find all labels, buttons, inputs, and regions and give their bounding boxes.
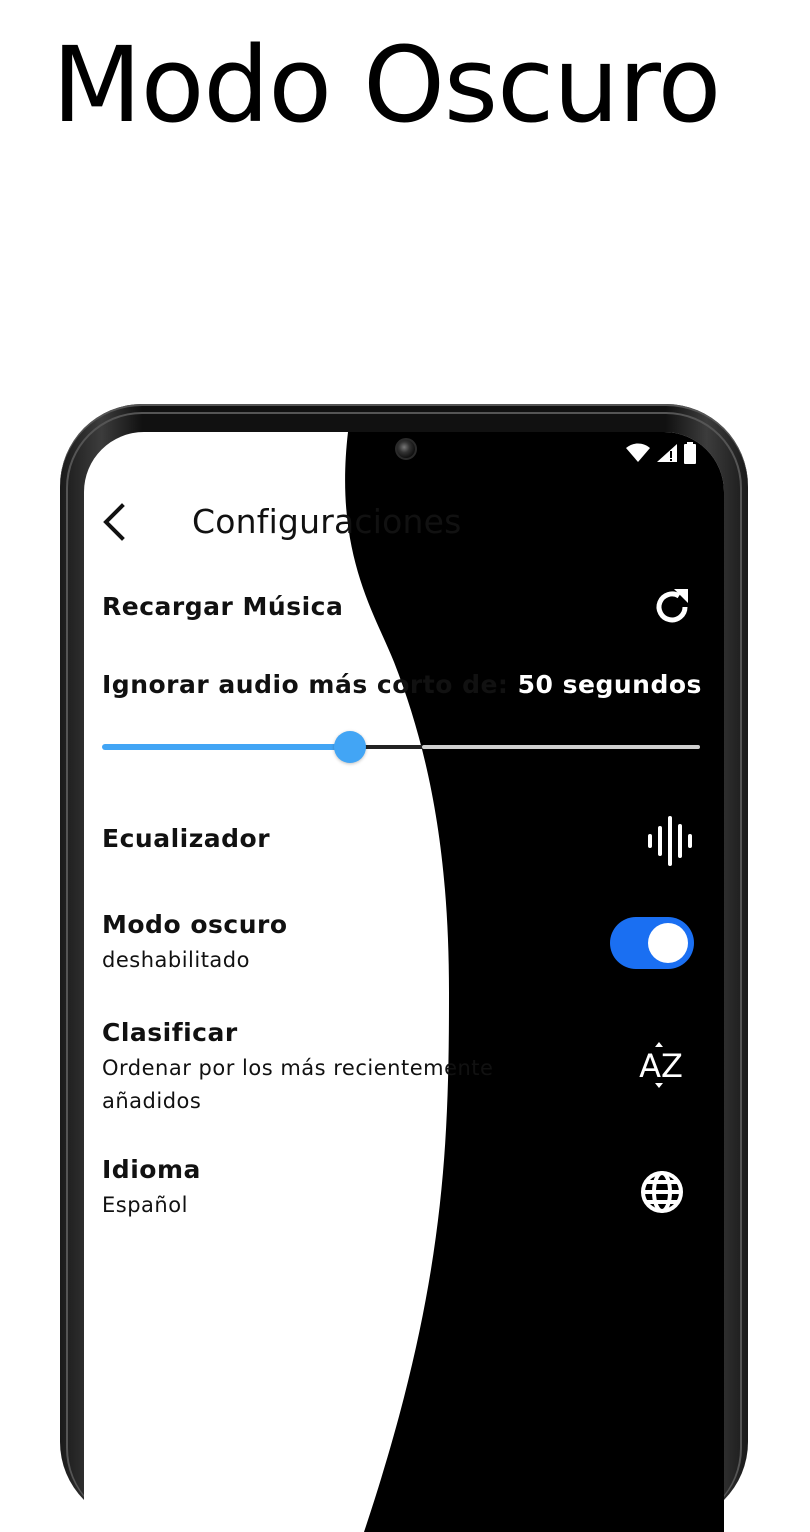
sort-az-text: AZ (639, 1047, 683, 1085)
sort-description: Ordenar por los más recientemente añadid… (102, 1056, 494, 1113)
battery-icon (684, 442, 696, 464)
wifi-icon (626, 443, 650, 462)
sort-label[interactable]: Clasificar (102, 1018, 238, 1047)
ignore-label-value: 50 segundos (517, 670, 702, 699)
dark-mode-label[interactable]: Modo oscuro (102, 910, 288, 939)
sound-wave-icon[interactable] (646, 816, 694, 866)
language-value: Español (102, 1193, 188, 1217)
app-header: Configuraciones (84, 492, 724, 552)
ignore-label-prefix: Ignorar audio más corto de: (102, 670, 518, 699)
back-button[interactable] (96, 500, 136, 544)
dark-mode-status: deshabilitado (102, 948, 250, 972)
status-bar (626, 442, 696, 464)
refresh-icon[interactable] (650, 585, 694, 629)
ignore-duration-slider[interactable] (102, 731, 700, 763)
app-screen: Configuraciones Recargar Música Ignorar … (84, 432, 724, 1532)
front-camera (395, 438, 417, 460)
language-label[interactable]: Idioma (102, 1155, 201, 1184)
promo-title: Modo Oscuro (52, 24, 721, 146)
reload-music-label[interactable]: Recargar Música (102, 592, 343, 621)
equalizer-label[interactable]: Ecualizador (102, 824, 270, 853)
globe-icon[interactable] (639, 1169, 685, 1215)
sort-az-arrows: AZ (639, 1042, 683, 1088)
dark-mode-toggle[interactable] (610, 917, 694, 969)
chevron-left-icon (103, 503, 125, 541)
sort-az-icon[interactable]: AZ (636, 1040, 686, 1090)
ignore-short-audio-label: Ignorar audio más corto de: 50 segundos (102, 670, 702, 699)
slider-thumb[interactable] (334, 731, 366, 763)
toggle-knob (648, 923, 688, 963)
slider-track-fill (102, 744, 350, 750)
slider-track (422, 745, 700, 749)
signal-icon (657, 444, 677, 462)
page-title: Configuraciones (192, 502, 462, 541)
phone-frame: Configuraciones Recargar Música Ignorar … (60, 404, 748, 1532)
